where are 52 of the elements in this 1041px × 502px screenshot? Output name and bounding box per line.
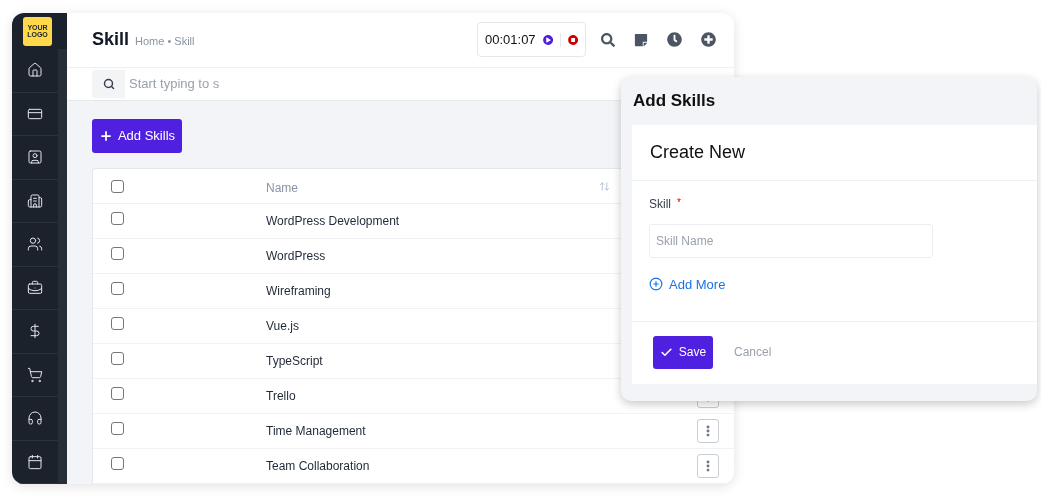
table-cell-text: Time Management <box>266 423 366 440</box>
checkbox[interactable] <box>111 422 124 435</box>
field-label: Skill <box>649 195 671 213</box>
check-icon <box>659 345 673 359</box>
play-icon[interactable] <box>542 33 553 46</box>
card-title: Create New <box>650 140 746 164</box>
checkbox[interactable] <box>111 387 124 400</box>
cart-icon[interactable] <box>27 366 43 383</box>
table-cell-text: TypeScript <box>266 353 323 370</box>
page-title: Skill <box>92 28 130 52</box>
briefcase-icon[interactable] <box>27 279 43 296</box>
add-skills-button[interactable]: Add Skills <box>92 119 182 153</box>
headset-icon[interactable] <box>27 410 43 427</box>
search-icon[interactable] <box>601 32 615 47</box>
row-menu-button[interactable] <box>697 454 719 478</box>
cancel-button[interactable]: Cancel <box>734 343 772 361</box>
table-cell-text: Team Collaboration <box>266 458 370 475</box>
required-mark: * <box>677 195 681 210</box>
table-cell-text: WordPress <box>266 248 326 265</box>
checkbox[interactable] <box>111 317 124 330</box>
users-icon[interactable] <box>27 236 43 253</box>
plus-icon <box>98 129 113 143</box>
id-card-icon[interactable] <box>27 149 43 166</box>
checkbox[interactable] <box>111 457 124 470</box>
clock-icon[interactable] <box>667 32 682 48</box>
note-icon[interactable] <box>634 32 648 47</box>
checkbox[interactable] <box>111 179 124 193</box>
search-icon-box[interactable] <box>92 69 125 98</box>
home-icon[interactable] <box>27 62 43 79</box>
column-header[interactable]: Name <box>266 179 298 197</box>
sidebar-scrollbar[interactable] <box>58 49 67 484</box>
dollar-icon[interactable] <box>27 323 43 340</box>
checkbox[interactable] <box>111 352 124 365</box>
checkbox[interactable] <box>111 212 124 225</box>
calendar-icon[interactable] <box>27 453 43 470</box>
plus-circle-icon <box>649 277 663 292</box>
timer-value: 00:01:07 <box>485 31 536 49</box>
add-icon[interactable] <box>701 32 716 48</box>
skill-name-field[interactable]: Skill Name <box>649 223 933 258</box>
building-icon[interactable] <box>27 192 43 209</box>
table-cell-text: WordPress Development <box>266 213 400 230</box>
checkbox[interactable] <box>111 282 124 295</box>
checkbox[interactable] <box>111 247 124 260</box>
table-cell-text: Trello <box>266 388 296 405</box>
breadcrumb: Home • Skill <box>135 33 195 49</box>
add-more-link[interactable]: Add More <box>649 274 726 294</box>
dialog-title: Add Skills <box>633 90 717 112</box>
row-menu-button[interactable] <box>697 419 719 443</box>
table-cell-text: Wireframing <box>266 283 331 300</box>
save-button[interactable]: Save <box>653 335 713 369</box>
table-cell-text: Vue.js <box>266 318 299 335</box>
stop-icon[interactable] <box>567 33 578 46</box>
